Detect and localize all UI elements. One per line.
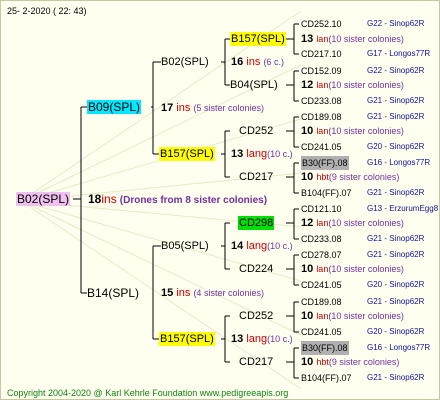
g3-desc-2: (10 sister colonies) bbox=[328, 126, 404, 136]
sire-dam-label: B157(SPL) bbox=[159, 147, 215, 161]
g4-info-13: G20 - Sinop62R bbox=[367, 327, 425, 336]
g3-desc-5: (10 sister colonies) bbox=[328, 264, 404, 274]
g3-desc-4: (10 sister colonies) bbox=[328, 218, 404, 228]
g3-desc-3: (9 sister colonies) bbox=[328, 172, 400, 182]
root-desc: (Drones from 8 sister colonies) bbox=[119, 195, 268, 206]
g3-unit-5: lan bbox=[316, 264, 329, 274]
g3-unit-2: lan bbox=[316, 126, 329, 136]
root-unit: ins bbox=[101, 192, 117, 206]
dam-unit: ins bbox=[176, 287, 191, 299]
sire-sire-num: 16 bbox=[231, 56, 244, 68]
sire-dam-num: 13 bbox=[231, 148, 244, 160]
g3-num-0: 13 bbox=[301, 33, 314, 45]
dam-desc: (4 sister colonies) bbox=[193, 288, 264, 298]
g3-num-1: 12 bbox=[301, 79, 314, 91]
dam-num: 15 bbox=[161, 287, 174, 299]
dam-sire-num: 14 bbox=[231, 240, 244, 252]
sire-sire-unit: ins bbox=[246, 56, 261, 68]
root-label: B02(SPL) bbox=[16, 192, 71, 206]
g4-info-9: G21 - Sinop62R bbox=[367, 234, 425, 243]
g4-label-5: CD241.05 bbox=[301, 142, 342, 152]
g4-label-15: B104(FF).07 bbox=[301, 373, 352, 383]
g4-info-14: G16 - Longos77R bbox=[367, 343, 431, 352]
sire-sire-label: B02(SPL) bbox=[161, 56, 209, 68]
g4-info-4: G21 - Sinop62R bbox=[367, 112, 425, 121]
g3-label-0: B157(SPL) bbox=[230, 32, 286, 46]
g3-unit-0: lan bbox=[316, 34, 329, 44]
g4-info-6: G16 - Longos77R bbox=[367, 158, 431, 167]
sire-dam-desc: (10 c.) bbox=[267, 149, 293, 159]
sire-desc: (5 sister colonies) bbox=[193, 103, 264, 113]
g3-num-5: 10 bbox=[301, 263, 314, 275]
sire-dam-unit: lang bbox=[246, 148, 268, 160]
g4-label-12: CD189.08 bbox=[301, 297, 342, 307]
g4-label-11: CD241.05 bbox=[301, 280, 342, 290]
g3-unit-7: hbt bbox=[316, 357, 329, 367]
sire-label: B09(SPL) bbox=[87, 100, 142, 114]
g4-label-14: B30(FF).08 bbox=[301, 341, 349, 355]
copyright: Copyright 2004-2020 @ Karl Kehrle Founda… bbox=[7, 388, 289, 398]
g3-label-6: CD252 bbox=[239, 310, 274, 322]
g3-label-5: CD224 bbox=[239, 263, 274, 275]
g3-num-7: 10 bbox=[301, 356, 314, 368]
g4-info-3: G21 - Sinop62R bbox=[367, 96, 425, 105]
header-date: 25- 2-2020 ( 22: 43) bbox=[7, 6, 87, 16]
g3-desc-7: (9 sister colonies) bbox=[328, 357, 400, 367]
g3-label-1: B04(SPL) bbox=[230, 79, 278, 91]
g4-label-2: CD152.09 bbox=[301, 66, 342, 76]
g4-label-9: CD233.08 bbox=[301, 234, 342, 244]
g4-info-2: G22 - Sinop62R bbox=[367, 66, 425, 75]
dam-sire-label: B05(SPL) bbox=[161, 240, 209, 252]
g3-num-6: 10 bbox=[301, 310, 314, 322]
dam-sire-desc: (10 c.) bbox=[267, 241, 293, 251]
sire-unit: ins bbox=[176, 102, 191, 114]
g3-desc-0: (10 sister colonies) bbox=[328, 34, 404, 44]
g4-info-5: G20 - Sinop62R bbox=[367, 142, 425, 151]
g4-info-1: G17 - Longos77R bbox=[367, 49, 431, 58]
g3-label-2: CD252 bbox=[239, 125, 274, 137]
sire-num: 17 bbox=[161, 102, 174, 114]
g3-unit-1: lan bbox=[316, 80, 329, 90]
g3-desc-6: (10 sister colonies) bbox=[328, 311, 404, 321]
g3-label-7: CD217 bbox=[239, 356, 274, 368]
dam-dam-num: 13 bbox=[231, 333, 244, 345]
g4-label-0: CD252.10 bbox=[301, 19, 342, 29]
root-num: 18 bbox=[88, 192, 102, 206]
g4-info-7: G21 - Sinop62R bbox=[367, 188, 425, 197]
g4-label-1: CD217.10 bbox=[301, 49, 342, 59]
dam-dam-label: B157(SPL) bbox=[159, 332, 215, 346]
g4-label-10: CD278.07 bbox=[301, 250, 342, 260]
pedigree-chart: 25- 2-2020 ( 22: 43) B02(SPL) 18ins (Dro… bbox=[0, 0, 440, 400]
g3-num-2: 10 bbox=[301, 125, 314, 137]
g4-label-7: B104(FF).07 bbox=[301, 188, 352, 198]
g3-label-4: CD298 bbox=[238, 216, 275, 230]
g3-desc-1: (10 sister colonies) bbox=[328, 80, 404, 90]
g3-unit-3: hbt bbox=[316, 172, 329, 182]
g4-label-13: CD241.05 bbox=[301, 327, 342, 337]
g4-info-11: G20 - Sinop62R bbox=[367, 280, 425, 289]
g3-unit-6: lan bbox=[316, 311, 329, 321]
g3-num-4: 12 bbox=[301, 217, 314, 229]
g4-info-8: G13 - ErzurumEgg8 bbox=[367, 204, 439, 213]
g4-label-4: CD189.08 bbox=[301, 112, 342, 122]
g3-unit-4: lan bbox=[316, 218, 329, 228]
g4-label-3: CD233.08 bbox=[301, 96, 342, 106]
dam-label: B14(SPL) bbox=[87, 286, 140, 300]
sire-sire-desc: (6 c.) bbox=[263, 57, 284, 67]
g3-label-3: CD217 bbox=[239, 171, 274, 183]
g4-info-0: G22 - Sinop62R bbox=[367, 19, 425, 28]
dam-dam-unit: lang bbox=[246, 333, 268, 345]
g4-info-15: G21 - Sinop62R bbox=[367, 373, 425, 382]
dam-sire-unit: lang bbox=[246, 240, 268, 252]
g4-label-6: B30(FF).08 bbox=[301, 156, 349, 170]
g4-info-12: G21 - Sinop62R bbox=[367, 297, 425, 306]
g3-num-3: 10 bbox=[301, 171, 314, 183]
g4-label-8: CD121.10 bbox=[301, 204, 342, 214]
g4-info-10: G21 - Sinop62R bbox=[367, 250, 425, 259]
dam-dam-desc: (10 c.) bbox=[267, 334, 293, 344]
